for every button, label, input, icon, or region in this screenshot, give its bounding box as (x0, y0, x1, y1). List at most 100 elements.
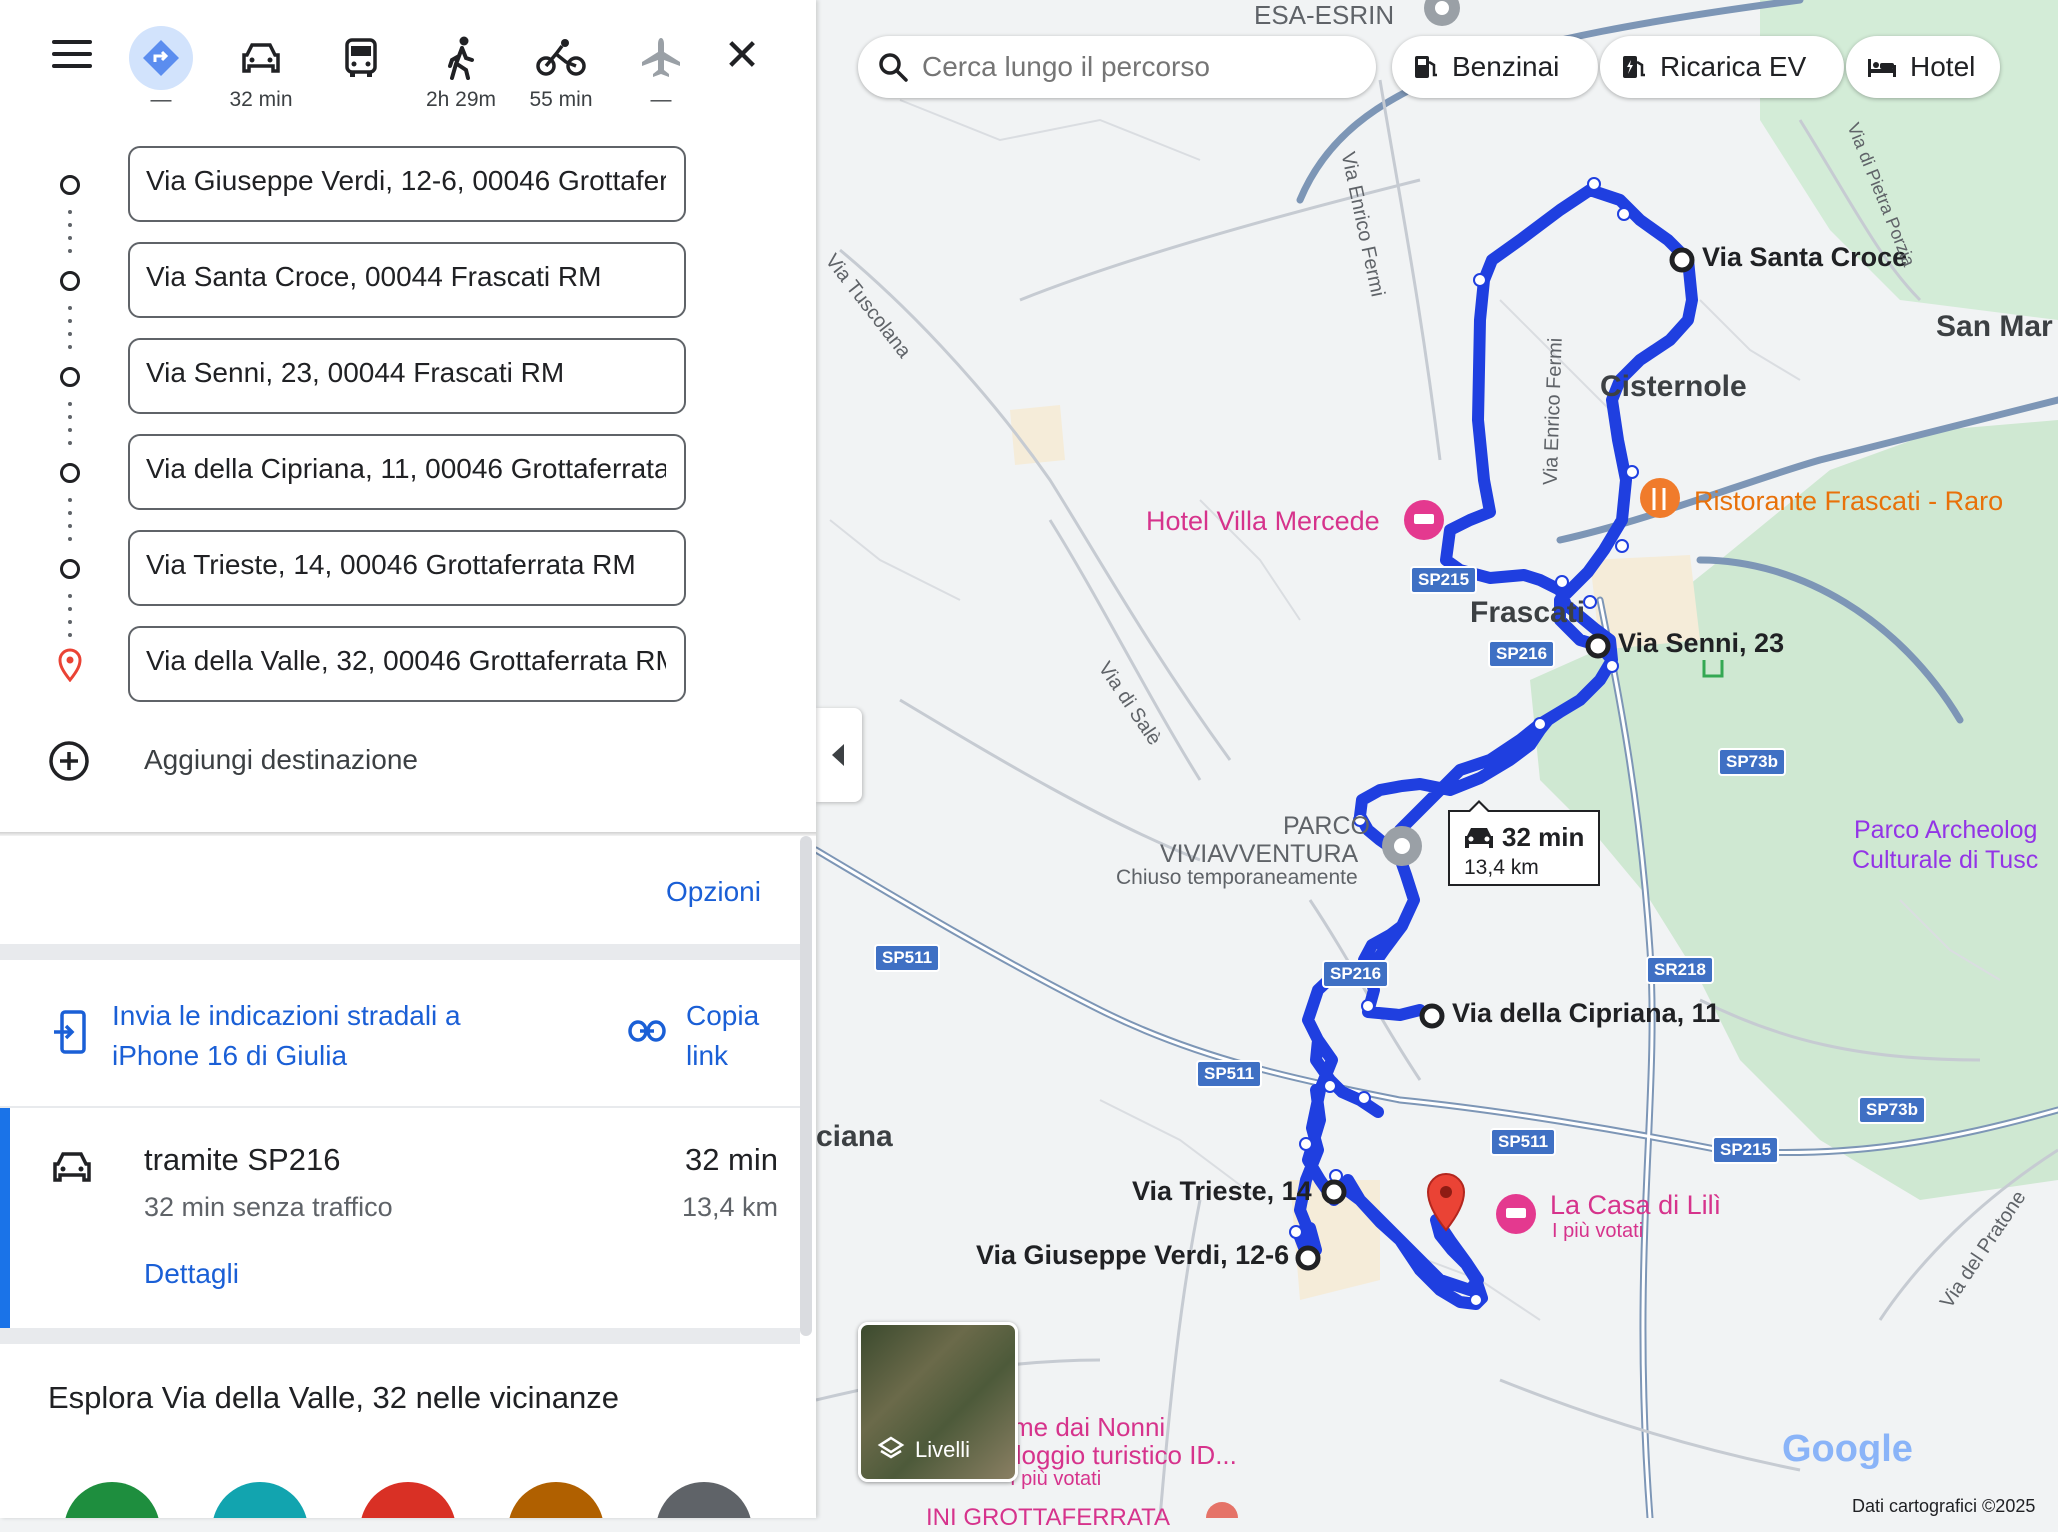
area-label-san-mar: San Mar (1936, 310, 2053, 343)
mode-label: — (150, 88, 172, 111)
chevron-left-icon (832, 744, 844, 766)
options-link[interactable]: Opzioni (666, 876, 761, 908)
send-line2: iPhone 16 di Giulia (112, 1040, 348, 1071)
poi-label[interactable]: PARCO (1282, 812, 1370, 841)
road-shield: SR218 (1646, 956, 1714, 984)
restaurant-poi-icon (1640, 478, 1680, 518)
waypoint-marker-icon (60, 367, 80, 387)
route-time: 32 min (684, 1142, 778, 1177)
explore-more-button[interactable] (656, 1482, 752, 1518)
poi-label[interactable]: Hotel Villa Mercede (1146, 506, 1380, 537)
fuel-icon (1415, 56, 1437, 78)
mode-flight[interactable]: — (616, 28, 706, 112)
waypoint-label-senni: Via Senni, 23 (1618, 628, 1785, 658)
road-shield: SP215 (1712, 1136, 1780, 1164)
callout-distance: 13,4 km (1464, 856, 1539, 879)
waypoint-field[interactable] (128, 338, 686, 414)
waypoint-input[interactable] (144, 452, 668, 486)
waypoint-input[interactable] (144, 644, 668, 678)
add-destination-button[interactable]: Aggiungi destinazione (48, 736, 648, 786)
waypoint-field[interactable] (128, 242, 686, 318)
copyright[interactable]: Dati cartografici ©2025 (1852, 1496, 2035, 1517)
layers-icon (877, 1436, 905, 1459)
chip-ricarica-ev[interactable]: Ricarica EV (1600, 36, 1844, 98)
route-search-input[interactable] (920, 50, 1354, 84)
chip-label: Ricarica EV (1660, 51, 1807, 82)
route-search-box[interactable] (858, 36, 1376, 98)
poi-label[interactable]: VIVIAVVENTURA (1160, 840, 1358, 869)
road-shield: SP215 (1410, 566, 1478, 594)
directions-panel: — 32 min 2h 29m 55 min — ✕ Aggiungi dest… (0, 0, 816, 1518)
area-label-frascati: Frascati (1470, 596, 1586, 629)
layers-label: Livelli (915, 1437, 971, 1462)
route-option-card[interactable]: tramite SP216 32 min 32 min senza traffi… (10, 1108, 800, 1328)
destination-pin-icon (58, 648, 82, 682)
waypoint-label-santa-croce: Via Santa Croce (1702, 242, 1908, 272)
area-label-ciana: ciana (816, 1120, 893, 1153)
mode-best[interactable]: — (116, 26, 206, 112)
waypoint-input[interactable] (144, 164, 668, 198)
road-shield: SP216 (1322, 960, 1390, 988)
mode-bike[interactable]: 55 min (516, 28, 606, 112)
callout-time: 32 min (1502, 822, 1585, 852)
mode-walk[interactable]: 2h 29m (416, 28, 506, 112)
waypoint-input[interactable] (144, 356, 668, 390)
chip-label: Hotel (1910, 51, 1976, 82)
route-details-link[interactable]: Dettagli (144, 1258, 239, 1290)
poi-sublabel: I più votati (1552, 1220, 1644, 1242)
bus-icon (345, 38, 377, 77)
waypoint-field[interactable] (128, 146, 686, 222)
poi-sublabel: Chiuso temporaneamente (1116, 866, 1358, 889)
poi-label[interactable]: Parco Archeolog (1854, 816, 2037, 845)
chip-benzinai[interactable]: Benzinai (1392, 36, 1598, 98)
explore-heading: Esplora Via della Valle, 32 nelle vicina… (48, 1380, 619, 1415)
send-to-device-link[interactable]: Invia le indicazioni stradali a iPhone 1… (112, 996, 461, 1076)
explore-hotels-button[interactable] (212, 1482, 308, 1518)
car-icon (53, 1152, 91, 1182)
poi-label[interactable]: lloggio turistico ID... (1010, 1440, 1237, 1471)
airplane-icon (642, 38, 680, 77)
mode-label: 32 min (229, 88, 293, 111)
waypoint-marker-icon (60, 463, 80, 483)
route-time-callout[interactable]: 32 min 13,4 km (1448, 810, 1600, 886)
poi-label[interactable]: me dai Nonni (1012, 1412, 1165, 1443)
car-icon (1465, 828, 1493, 848)
chip-label: Benzinai (1452, 51, 1560, 82)
close-icon[interactable]: ✕ (720, 34, 764, 78)
explore-restaurants-button[interactable] (64, 1482, 160, 1518)
chip-hotel[interactable]: Hotel (1846, 36, 2000, 98)
waypoint-label-trieste: Via Trieste, 14 (1132, 1176, 1312, 1206)
mode-label: 55 min (529, 88, 593, 111)
poi-sublabel: I più votati (1010, 1468, 1102, 1490)
place-label: INI GROTTAFERRATA (926, 1504, 1170, 1531)
collapse-panel-button[interactable] (816, 708, 862, 802)
poi-label[interactable]: Culturale di Tusc (1852, 846, 2038, 875)
road-shield: SP73b (1858, 1096, 1926, 1124)
mode-transit[interactable] (316, 28, 406, 88)
poi-label[interactable]: La Casa di Lilì (1550, 1190, 1721, 1221)
copy-line1: Copia (686, 1000, 760, 1031)
ev-station-icon (1623, 56, 1645, 78)
route-title: tramite SP216 (144, 1142, 341, 1177)
menu-button[interactable] (52, 40, 92, 70)
waypoint-input[interactable] (144, 260, 668, 294)
waypoint-field[interactable] (128, 434, 686, 510)
waypoint-input[interactable] (144, 548, 668, 582)
waypoint-field[interactable] (128, 530, 686, 606)
send-line1: Invia le indicazioni stradali a (112, 1000, 461, 1031)
waypoint-label-verdi: Via Giuseppe Verdi, 12-6 (976, 1240, 1290, 1270)
explore-parking-button[interactable] (508, 1482, 604, 1518)
poi-label[interactable]: Ristorante Frascati - Raro (1694, 486, 2003, 517)
waypoint-field[interactable] (128, 626, 686, 702)
copy-line2: link (686, 1040, 729, 1071)
best-route-icon (129, 26, 193, 90)
road-shield: SP511 (1196, 1060, 1263, 1088)
copy-link-button[interactable]: Copia link (686, 996, 759, 1076)
google-logo-text: Google (1782, 1428, 1913, 1470)
waypoint-marker-icon (60, 271, 80, 291)
route-subtitle: 32 min senza traffico (144, 1192, 393, 1222)
mode-car[interactable]: 32 min (216, 28, 306, 112)
panel-scrollbar[interactable] (800, 836, 812, 1336)
explore-gas-button[interactable] (360, 1482, 456, 1518)
layers-button[interactable]: Livelli (858, 1322, 1018, 1482)
